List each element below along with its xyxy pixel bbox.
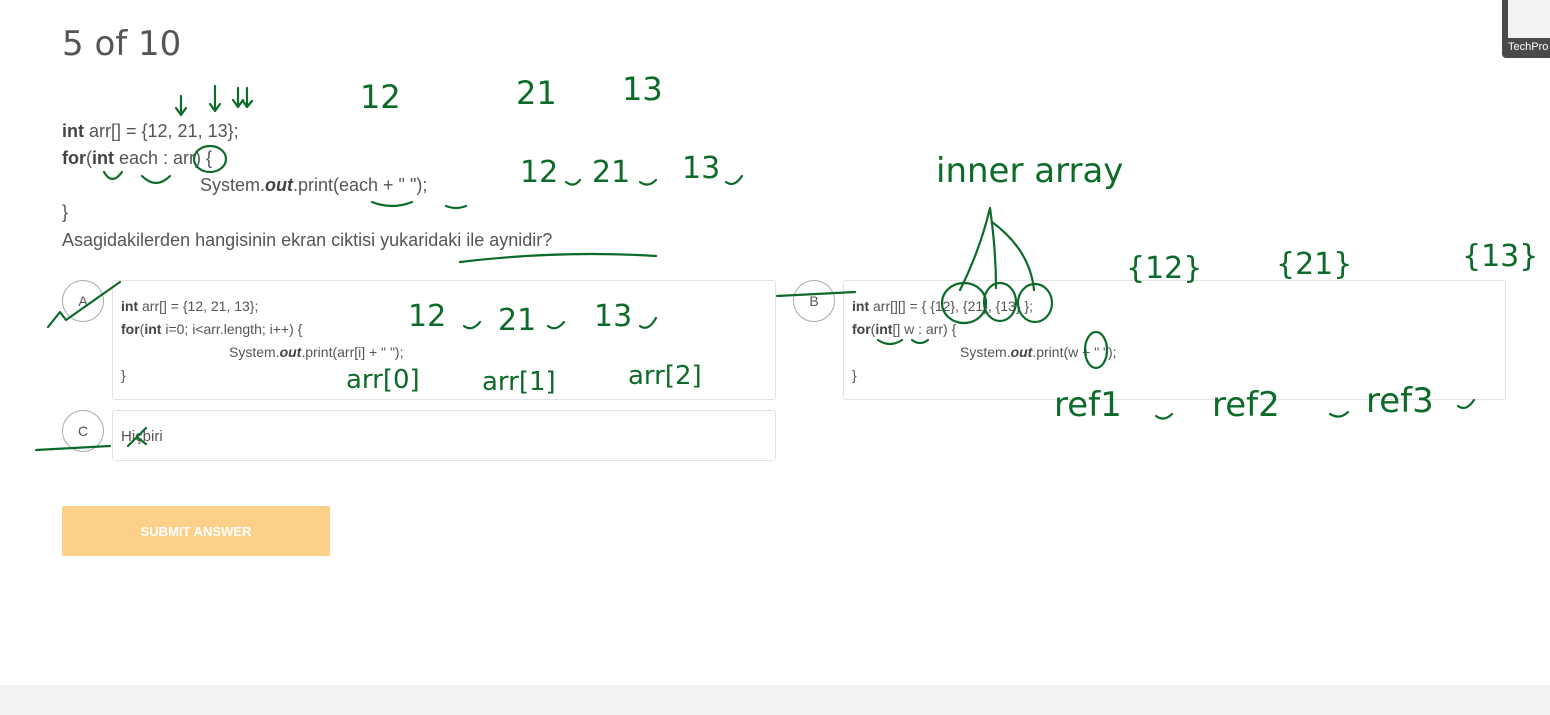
code-keyword: for bbox=[852, 321, 871, 337]
question-text: Asagidakilerden hangisinin ekran ciktisi… bbox=[62, 230, 553, 250]
code-text: .print(w + " "); bbox=[1032, 344, 1117, 360]
code-text: } bbox=[852, 367, 857, 383]
code-keyword: int bbox=[875, 321, 893, 337]
option-b-radio[interactable]: B bbox=[793, 280, 835, 322]
annotation-text: 13 bbox=[622, 70, 663, 108]
code-keyword: for bbox=[62, 148, 86, 168]
code-text: [] w : arr) { bbox=[892, 321, 957, 337]
code-text: arr[] = {12, 21, 13}; bbox=[84, 121, 239, 141]
annotation-text: 12 bbox=[520, 155, 558, 190]
option-b-code: int arr[][] = { {12}, {21}, {13} }; for(… bbox=[852, 295, 1117, 387]
annotation-text: 12 bbox=[360, 78, 401, 116]
option-b-card[interactable]: int arr[][] = { {12}, {21}, {13} }; for(… bbox=[843, 280, 1506, 400]
arrow-icon bbox=[174, 84, 254, 117]
code-text: i=0; i<arr.length; i++) { bbox=[161, 321, 303, 337]
code-text: arr[][] = { {12}, {21}, {13} }; bbox=[869, 298, 1033, 314]
code-text: System. bbox=[960, 344, 1011, 360]
code-keyword: int bbox=[121, 298, 139, 314]
annotation-text: inner array bbox=[936, 151, 1123, 191]
code-keyword: out bbox=[279, 344, 302, 360]
annotation-text: 21 bbox=[592, 155, 630, 190]
question-code: int arr[] = {12, 21, 13}; for(int each :… bbox=[62, 118, 427, 226]
video-label: TechPro bbox=[1508, 41, 1549, 53]
question-counter: 5 of 10 bbox=[62, 24, 182, 64]
option-a-radio[interactable]: A bbox=[62, 280, 104, 322]
annotation-text: 13 bbox=[682, 151, 720, 186]
code-text: } bbox=[62, 202, 69, 222]
submit-answer-button[interactable]: SUBMIT ANSWER bbox=[62, 506, 330, 556]
code-text: System. bbox=[229, 344, 280, 360]
code-text: .print(each + " "); bbox=[293, 175, 428, 195]
video-preview bbox=[1508, 0, 1550, 38]
code-keyword: int bbox=[144, 321, 162, 337]
code-keyword: int bbox=[852, 298, 870, 314]
code-keyword: for bbox=[121, 321, 140, 337]
video-thumbnail[interactable]: TechPro bbox=[1502, 0, 1550, 58]
option-c-radio[interactable]: C bbox=[62, 410, 104, 452]
annotation-text: {13} bbox=[1462, 239, 1538, 274]
code-text: each : arr) { bbox=[114, 148, 213, 168]
option-a-card[interactable]: int arr[] = {12, 21, 13}; for(int i=0; i… bbox=[112, 280, 776, 400]
option-c-card[interactable]: Hiçbiri bbox=[112, 410, 776, 461]
code-keyword: int bbox=[62, 121, 84, 141]
footer-bar bbox=[0, 685, 1550, 715]
code-keyword: out bbox=[265, 175, 293, 195]
code-keyword: int bbox=[92, 148, 114, 168]
option-c-text: Hiçbiri bbox=[121, 428, 163, 445]
code-text: arr[] = {12, 21, 13}; bbox=[138, 298, 259, 314]
annotation-text: {21} bbox=[1276, 247, 1352, 282]
code-keyword: out bbox=[1010, 344, 1033, 360]
annotation-text: 21 bbox=[516, 74, 557, 112]
code-text: System. bbox=[200, 175, 266, 195]
option-a-code: int arr[] = {12, 21, 13}; for(int i=0; i… bbox=[121, 295, 403, 387]
code-text: .print(arr[i] + " "); bbox=[301, 344, 404, 360]
code-text: } bbox=[121, 367, 126, 383]
